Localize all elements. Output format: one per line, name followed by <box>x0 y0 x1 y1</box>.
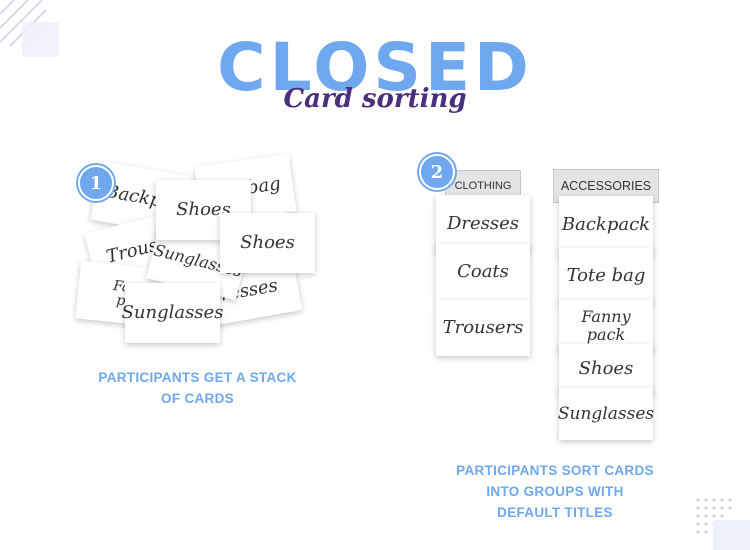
step2-number-badge: 2 <box>419 154 455 190</box>
caption-line: DEFAULT TITLES <box>497 505 613 520</box>
card[interactable]: Coats <box>436 244 530 300</box>
step2-caption: PARTICIPANTS SORT CARDS INTO GROUPS WITH… <box>430 460 680 523</box>
card[interactable]: Sunglasses <box>558 388 654 440</box>
card[interactable]: Shoes <box>220 213 315 273</box>
card[interactable]: Shoes <box>559 344 653 394</box>
card[interactable]: Backpack <box>559 196 653 254</box>
caption-line: PARTICIPANTS GET A STACK <box>98 370 297 385</box>
step1-number-badge: 1 <box>78 165 114 201</box>
card[interactable]: Trousers <box>436 300 530 356</box>
page-subtitle: Card sorting <box>283 84 467 114</box>
card[interactable]: Sunglasses <box>122 283 223 343</box>
caption-line: OF CARDS <box>161 391 234 406</box>
decorative-square <box>713 520 750 550</box>
step1-caption: PARTICIPANTS GET A STACK OF CARDS <box>70 367 325 409</box>
caption-line: INTO GROUPS WITH <box>486 484 624 499</box>
caption-line: PARTICIPANTS SORT CARDS <box>456 463 654 478</box>
card[interactable]: Tote bag <box>559 248 653 304</box>
